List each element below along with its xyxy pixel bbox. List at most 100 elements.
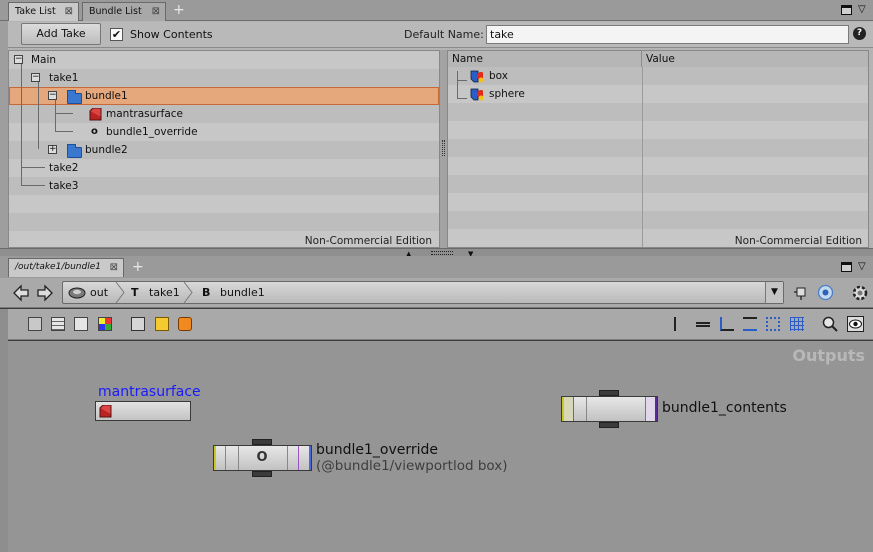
pin-icon[interactable]	[793, 285, 809, 301]
tree-row[interactable]	[9, 123, 439, 141]
tree-view-icon[interactable]	[28, 317, 42, 331]
pane-menu-icon[interactable]: ▽	[858, 4, 866, 15]
column-header-value[interactable]: Value	[642, 51, 868, 67]
add-tab-icon[interactable]: +	[173, 3, 185, 17]
vertical-splitter[interactable]	[440, 50, 447, 248]
watermark-label: Non-Commercial Edition	[734, 235, 862, 247]
tree-line	[55, 100, 56, 131]
parm-name-sphere[interactable]: sphere	[489, 85, 525, 103]
network-editor[interactable]: Outputs mantrasurface bundle1_contents O…	[8, 341, 873, 552]
tab-take-list[interactable]: Take List ⊠	[8, 2, 79, 21]
show-contents-label: Show Contents	[130, 28, 213, 41]
tab-bundle-list[interactable]: Bundle List ⊠	[82, 2, 166, 21]
list-view-icon[interactable]	[51, 317, 65, 331]
tree-item-bundle2[interactable]: bundle2	[85, 141, 128, 159]
column-header-name[interactable]: Name	[448, 51, 642, 67]
parm-row	[448, 193, 868, 211]
align-left-icon[interactable]	[720, 317, 734, 331]
node-flag[interactable]	[575, 397, 587, 421]
maximize-icon[interactable]	[841, 262, 852, 272]
pane-gutter	[0, 21, 8, 254]
pane-menu-icon[interactable]: ▽	[858, 261, 866, 272]
back-arrow-icon[interactable]	[12, 284, 30, 302]
collapse-icon[interactable]: −	[31, 73, 40, 82]
maximize-icon[interactable]	[841, 5, 852, 15]
node-bundle1-override[interactable]: O	[213, 445, 312, 471]
node-flag-right[interactable]	[299, 446, 311, 470]
tree-line	[457, 80, 467, 81]
magnifier-icon[interactable]	[822, 316, 838, 332]
network-pane-tabbar: /out/take1/bundle1 ⊠ + ▽	[0, 256, 873, 278]
node-flag-right[interactable]	[645, 397, 657, 421]
eye-icon[interactable]	[847, 316, 864, 332]
chevron-down-icon[interactable]: ▼	[765, 282, 783, 303]
tree-row	[9, 213, 439, 231]
tree-item-mantrasurface[interactable]: mantrasurface	[106, 105, 183, 123]
forward-arrow-icon[interactable]	[36, 284, 54, 302]
gear-icon[interactable]	[850, 283, 870, 303]
node-flag-left[interactable]	[214, 446, 226, 470]
subnet-box-icon[interactable]	[178, 317, 192, 331]
collapse-icon[interactable]: −	[14, 55, 23, 64]
node-name-mantrasurface[interactable]: mantrasurface	[98, 384, 201, 400]
tree-item-bundle1[interactable]: bundle1	[85, 87, 128, 105]
node-name-bundle1-override[interactable]: bundle1_override	[316, 442, 438, 458]
network-box-icon[interactable]	[131, 317, 145, 331]
node-flag[interactable]	[287, 446, 299, 470]
tree-item-take1[interactable]: take1	[49, 69, 78, 87]
parm-row	[448, 139, 868, 157]
network-path-field[interactable]: out T take1 B bundle1 ▼	[62, 281, 784, 304]
show-contents-checkbox[interactable]: ✔	[110, 28, 123, 41]
tree-line	[457, 98, 467, 99]
collapse-icon[interactable]: −	[48, 91, 57, 100]
node-subtitle-bundle1-override: (@bundle1/viewportlod box)	[316, 458, 508, 474]
tree-row[interactable]	[9, 105, 439, 123]
parm-row[interactable]	[448, 67, 868, 85]
link-icon[interactable]	[817, 284, 834, 301]
add-tab-icon[interactable]: +	[132, 260, 144, 274]
layout-grid-icon[interactable]	[766, 317, 780, 331]
tree-item-main[interactable]: Main	[31, 51, 56, 69]
breadcrumb-take1[interactable]: take1	[149, 282, 180, 303]
node-mantrasurface[interactable]	[95, 401, 191, 421]
breadcrumb-out[interactable]: out	[90, 282, 108, 303]
splitter-grip-icon	[442, 140, 445, 156]
layout-horizontal-icon[interactable]	[696, 322, 710, 327]
parameter-view-icon[interactable]	[74, 317, 88, 331]
output-context-icon	[68, 287, 86, 299]
shop-node-icon	[99, 405, 112, 418]
node-bundle1-contents[interactable]	[561, 396, 658, 422]
splitter-grip-icon	[431, 251, 453, 255]
expand-icon[interactable]: +	[48, 145, 57, 154]
align-bottom-icon[interactable]	[743, 317, 757, 331]
parm-name-box[interactable]: box	[489, 67, 508, 85]
watermark-label: Non-Commercial Edition	[304, 235, 432, 247]
tree-item-take3[interactable]: take3	[49, 177, 78, 195]
path-bar: out T take1 B bundle1 ▼	[0, 278, 873, 308]
layout-vertical-icon[interactable]	[674, 317, 684, 331]
take-pane-tabbar: Take List ⊠ Bundle List ⊠ + ▽	[0, 0, 873, 21]
default-name-input[interactable]: take	[486, 25, 849, 44]
close-icon[interactable]: ⊠	[110, 259, 118, 276]
node-flag-left[interactable]	[562, 397, 574, 421]
close-icon[interactable]: ⊠	[152, 3, 160, 20]
breadcrumb-bundle1[interactable]: bundle1	[220, 282, 265, 303]
tree-item-take2[interactable]: take2	[49, 159, 78, 177]
node-output-connector[interactable]	[252, 471, 272, 477]
close-icon[interactable]: ⊠	[65, 3, 73, 20]
color-palette-icon[interactable]	[98, 317, 112, 331]
node-flag[interactable]	[227, 446, 239, 470]
tree-item-bundle1-override[interactable]: bundle1_override	[106, 123, 198, 141]
node-name-bundle1-contents[interactable]: bundle1_contents	[662, 400, 787, 416]
tree-row[interactable]	[9, 51, 439, 69]
add-take-button[interactable]: Add Take	[21, 23, 101, 45]
geometry-object-icon	[470, 88, 483, 101]
node-output-connector[interactable]	[599, 422, 619, 428]
help-icon[interactable]: ?	[853, 27, 866, 40]
sticky-note-icon[interactable]	[155, 317, 169, 331]
parm-row	[448, 211, 868, 229]
tree-line	[55, 131, 73, 132]
grid-icon[interactable]	[790, 317, 804, 331]
tab-network-path[interactable]: /out/take1/bundle1 ⊠	[8, 258, 124, 277]
network-toolbar	[8, 309, 873, 340]
